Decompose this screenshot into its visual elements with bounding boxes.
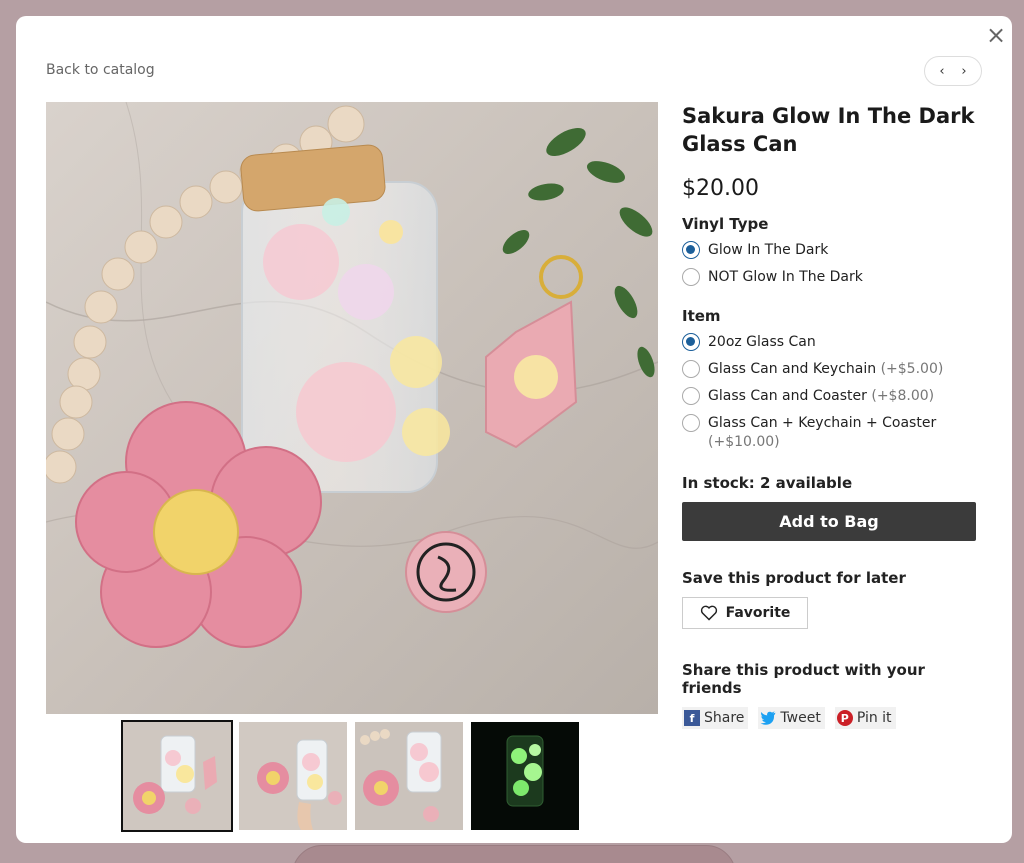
share-buttons: f Share Tweet P Pin it [682, 707, 982, 729]
vinyl-option-glow[interactable]: Glow In The Dark [682, 241, 982, 260]
twitter-share-button[interactable]: Tweet [758, 707, 825, 729]
save-later-heading: Save this product for later [682, 569, 906, 587]
item-option-can[interactable]: 20oz Glass Can [682, 333, 982, 352]
product-price: $20.00 [682, 176, 759, 201]
main-product-image[interactable] [46, 102, 658, 714]
thumbnail-strip [121, 720, 579, 832]
item-option-can-keychain[interactable]: Glass Can and Keychain (+$5.00) [682, 360, 982, 379]
option-extra-price: (+$8.00) [871, 388, 935, 404]
product-pager: ‹ › [924, 56, 982, 86]
item-option-can-coaster[interactable]: Glass Can and Coaster (+$8.00) [682, 387, 982, 406]
facebook-share-label: Share [704, 710, 745, 726]
option-label: NOT Glow In The Dark [708, 269, 863, 285]
twitter-icon [760, 710, 776, 726]
thumbnail-3[interactable] [355, 722, 463, 830]
option-label: 20oz Glass Can [708, 334, 816, 350]
add-to-bag-button[interactable]: Add to Bag [682, 502, 976, 541]
twitter-share-label: Tweet [780, 710, 821, 726]
option-label: Glass Can and Keychain (+$5.00) [708, 361, 944, 377]
option-extra-price: (+$5.00) [880, 361, 944, 377]
product-modal: × Back to catalog ‹ › Sakura Glow In The… [16, 16, 1012, 843]
favorite-label: Favorite [725, 605, 791, 621]
radio-unselected[interactable] [682, 360, 700, 378]
pinterest-icon: P [836, 710, 853, 726]
option-label: Glass Can + Keychain + Coaster (+$10.00) [708, 415, 937, 450]
product-info: Sakura Glow In The Dark Glass Can $20.00… [682, 102, 982, 729]
pinterest-share-button[interactable]: P Pin it [834, 707, 896, 729]
chevron-right-icon[interactable]: › [954, 64, 974, 79]
radio-selected[interactable] [682, 333, 700, 351]
item-label: Item [682, 307, 721, 325]
pinterest-share-label: Pin it [856, 710, 892, 726]
thumbnail-2[interactable] [239, 722, 347, 830]
product-title: Sakura Glow In The Dark Glass Can [682, 104, 975, 156]
favorite-button[interactable]: Favorite [682, 597, 808, 629]
thumbnail-4[interactable] [471, 722, 579, 830]
option-extra-price: (+$10.00) [708, 434, 780, 450]
close-icon[interactable]: × [986, 23, 1006, 47]
heart-icon [700, 605, 717, 621]
radio-selected[interactable] [682, 241, 700, 259]
vinyl-type-label: Vinyl Type [682, 215, 769, 233]
chevron-left-icon[interactable]: ‹ [932, 64, 952, 79]
radio-unselected[interactable] [682, 387, 700, 405]
background-page-button [292, 845, 736, 863]
thumbnail-1[interactable] [121, 720, 233, 832]
share-heading: Share this product with your friends [682, 661, 925, 697]
vinyl-option-not-glow[interactable]: NOT Glow In The Dark [682, 268, 982, 287]
radio-unselected[interactable] [682, 414, 700, 432]
back-to-catalog-link[interactable]: Back to catalog [46, 62, 155, 78]
item-group: Item 20oz Glass Can Glass Can and Keycha… [682, 307, 982, 452]
stock-status: In stock: 2 available [682, 474, 853, 492]
facebook-icon: f [684, 710, 700, 726]
option-label: Glass Can and Coaster (+$8.00) [708, 388, 935, 404]
vinyl-type-group: Vinyl Type Glow In The Dark NOT Glow In … [682, 215, 982, 287]
facebook-share-button[interactable]: f Share [682, 707, 749, 729]
option-label: Glow In The Dark [708, 242, 829, 258]
item-option-can-keychain-coaster[interactable]: Glass Can + Keychain + Coaster (+$10.00) [682, 414, 982, 452]
radio-unselected[interactable] [682, 268, 700, 286]
